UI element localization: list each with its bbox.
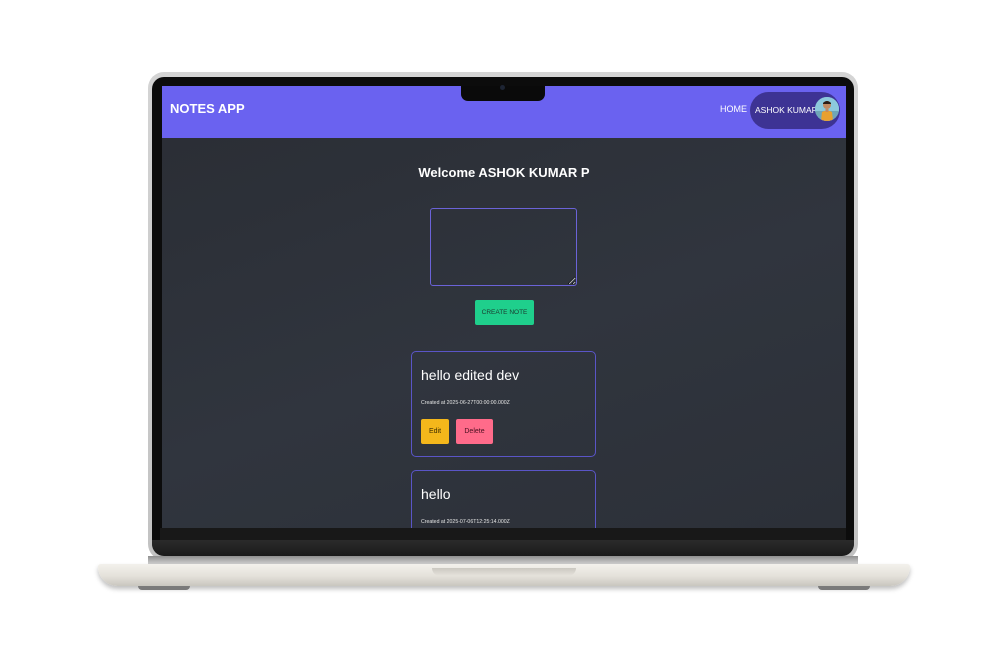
screen-bottom-bezel	[152, 540, 854, 556]
camera-icon	[500, 85, 505, 90]
edit-note-button[interactable]: Edit	[421, 419, 449, 444]
laptop-hinge	[148, 556, 858, 564]
app-screen: NOTES APP HOME ASHOK KUMAR P Welcome ASH…	[162, 86, 846, 528]
note-card: hello Created at 2025-07-06T12:25:14.000…	[411, 470, 596, 528]
trackpad-notch	[432, 568, 576, 576]
note-created-date: Created at 2025-06-27T00:00:00.000Z	[421, 400, 510, 406]
user-menu-button[interactable]: ASHOK KUMAR P	[750, 92, 840, 129]
brand-logo[interactable]: NOTES APP	[170, 101, 245, 116]
note-created-date: Created at 2025-07-06T12:25:14.000Z	[421, 519, 510, 525]
screen-chin	[160, 528, 846, 540]
laptop-foot-left	[138, 586, 190, 590]
note-title: hello edited dev	[421, 367, 520, 383]
delete-note-button[interactable]: Delete	[456, 419, 493, 444]
nav-home-link[interactable]: HOME	[720, 104, 747, 114]
welcome-heading: Welcome ASHOK KUMAR P	[418, 165, 590, 180]
create-note-button[interactable]: CREATE NOTE	[475, 300, 534, 325]
note-card: hello edited dev Created at 2025-06-27T0…	[411, 351, 596, 457]
avatar-person-icon	[815, 97, 839, 121]
laptop-foot-right	[818, 586, 870, 590]
avatar[interactable]	[815, 97, 839, 121]
note-input[interactable]	[430, 208, 577, 286]
note-title: hello	[421, 486, 451, 502]
